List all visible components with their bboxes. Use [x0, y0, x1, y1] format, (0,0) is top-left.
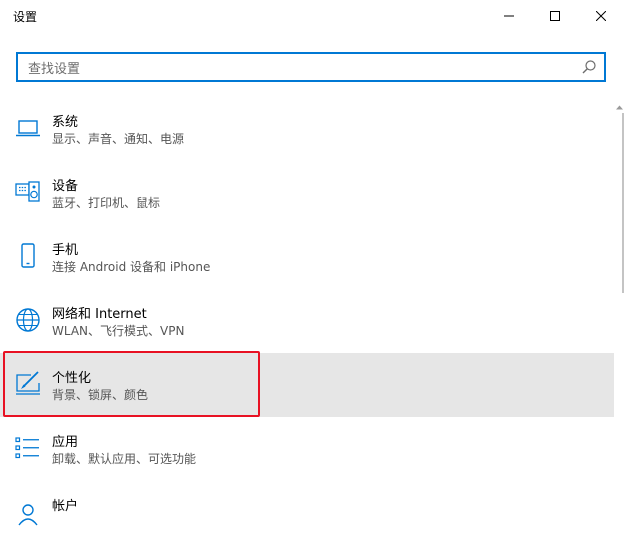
item-desc: WLAN、飞行模式、VPN: [52, 324, 185, 338]
item-name: 系统: [52, 115, 79, 130]
search-input[interactable]: [26, 58, 570, 80]
apps-list-icon: [15, 437, 39, 459]
item-name: 应用: [52, 435, 79, 450]
maximize-button[interactable]: [532, 0, 578, 32]
item-desc: 蓝牙、打印机、鼠标: [52, 196, 161, 210]
close-icon: [596, 11, 606, 21]
selection-highlight: [3, 351, 260, 417]
window-title: 设置: [13, 10, 38, 24]
settings-item-network[interactable]: 网络和 Internet WLAN、飞行模式、VPN: [0, 289, 614, 353]
settings-item-accounts[interactable]: 帐户: [0, 481, 614, 545]
settings-item-apps[interactable]: 应用 卸载、默认应用、可选功能: [0, 417, 614, 481]
item-desc: 连接 Android 设备和 iPhone: [52, 260, 211, 274]
item-name: 帐户: [52, 499, 79, 514]
maximize-icon: [550, 11, 560, 21]
settings-item-system[interactable]: 系统 显示、声音、通知、电源: [0, 97, 614, 161]
item-name: 网络和 Internet: [52, 307, 147, 322]
phone-icon: [21, 243, 35, 268]
close-button[interactable]: [578, 0, 624, 32]
laptop-icon: [16, 120, 40, 137]
scroll-up-icon[interactable]: [616, 105, 623, 110]
settings-item-phone[interactable]: 手机 连接 Android 设备和 iPhone: [0, 225, 614, 289]
globe-icon: [16, 308, 40, 332]
item-name: 手机: [52, 243, 79, 258]
item-desc: 卸载、默认应用、可选功能: [52, 452, 197, 466]
title-bar: 设置: [0, 0, 624, 32]
minimize-icon: [504, 15, 514, 17]
search-box[interactable]: [16, 52, 606, 82]
person-icon: [18, 504, 38, 526]
scrollbar[interactable]: [614, 97, 624, 511]
search-icon[interactable]: [582, 60, 596, 74]
minimize-button[interactable]: [486, 0, 532, 32]
item-desc: 显示、声音、通知、电源: [52, 132, 185, 146]
keyboard-speaker-icon: [15, 181, 40, 202]
settings-item-devices[interactable]: 设备 蓝牙、打印机、鼠标: [0, 161, 614, 225]
item-name: 设备: [52, 179, 79, 194]
